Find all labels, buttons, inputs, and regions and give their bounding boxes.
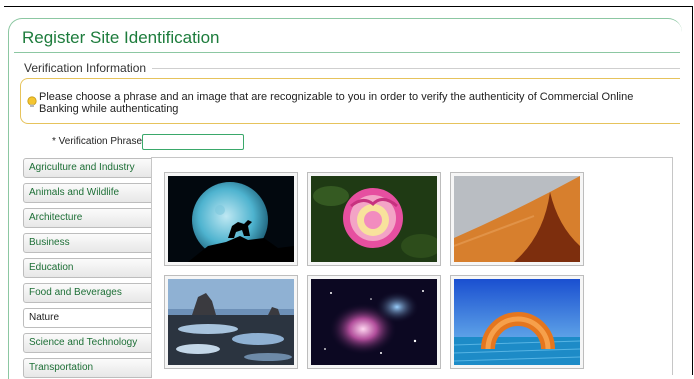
category-tab-animals-and-wildlife[interactable]: Animals and Wildlife	[23, 183, 152, 203]
title-divider	[14, 52, 680, 53]
verification-phrase-label: * Verification Phrase	[52, 136, 143, 147]
image-tile-ring[interactable]	[450, 275, 584, 369]
sand-dune-image	[454, 176, 580, 262]
verification-phrase-input[interactable]	[142, 134, 244, 150]
section-divider	[138, 68, 680, 69]
category-tab-food-and-beverages[interactable]: Food and Beverages	[23, 283, 152, 303]
page-title: Register Site Identification	[22, 28, 220, 47]
image-tile-coast[interactable]	[164, 275, 298, 369]
category-tab-nature[interactable]: Nature	[23, 308, 152, 328]
lightbulb-icon	[26, 95, 38, 107]
category-tab-agriculture-and-industry[interactable]: Agriculture and Industry	[23, 158, 152, 178]
category-tab-business[interactable]: Business	[23, 233, 152, 253]
image-tile-rose[interactable]	[307, 172, 441, 266]
category-tab-transportation[interactable]: Transportation	[23, 358, 152, 378]
rose-image	[311, 176, 437, 262]
section-label: Verification Information	[24, 61, 153, 75]
coastal-rocks-image	[168, 279, 294, 365]
nebula-image	[311, 279, 437, 365]
abstract-ring-image	[454, 279, 580, 365]
category-tab-architecture[interactable]: Architecture	[23, 208, 152, 228]
image-tile-moon[interactable]	[164, 172, 298, 266]
image-tile-dune[interactable]	[450, 172, 584, 266]
moon-silhouette-image	[168, 176, 294, 262]
category-tab-education[interactable]: Education	[23, 258, 152, 278]
category-tab-science-and-technology[interactable]: Science and Technology	[23, 333, 152, 353]
image-tile-nebula[interactable]	[307, 275, 441, 369]
image-grid	[151, 157, 673, 375]
info-message: Please choose a phrase and an image that…	[39, 91, 634, 115]
